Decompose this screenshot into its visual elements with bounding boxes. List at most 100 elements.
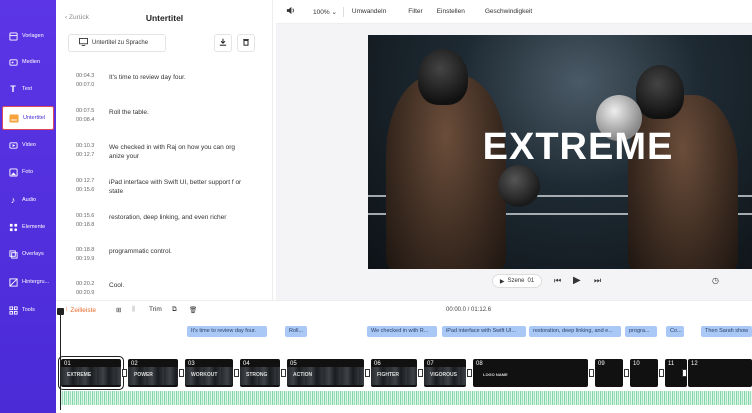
sidebar-item-overlays[interactable]: Overlays	[2, 242, 54, 266]
transition-marker[interactable]	[281, 369, 286, 377]
clip[interactable]: 06 FIGHTER	[371, 359, 417, 387]
subtitle-to-speech-button[interactable]: Untertitel zu Sprache	[68, 34, 166, 52]
subtitle-start[interactable]: 00:15.6	[76, 212, 102, 221]
download-button[interactable]	[214, 34, 232, 52]
sidebar-item-tools[interactable]: Tools	[2, 298, 54, 322]
clip[interactable]: 05 ACTION	[287, 359, 364, 387]
transition-marker[interactable]	[418, 369, 423, 377]
sidebar-item-medien[interactable]: Medien	[2, 50, 54, 74]
clip-number: 09	[598, 361, 605, 367]
sidebar-item-video[interactable]: Video	[2, 133, 54, 157]
clip-label: POWER	[134, 372, 153, 378]
subtitle-start[interactable]: 00:10.3	[76, 142, 102, 151]
subtitle-end[interactable]: 00:08.4	[76, 116, 102, 125]
subtitle-row[interactable]: 00:07.5 00:08.4 Roll the table.	[76, 107, 256, 137]
subtitle-text[interactable]: It's time to review day four.	[109, 73, 249, 82]
toolbar-adjust-button[interactable]: Einstellen	[437, 8, 465, 15]
subtitle-text[interactable]: restoration, deep linking, and even rich…	[109, 213, 249, 222]
sidebar-item-untertitel[interactable]: Untertitel	[2, 106, 54, 130]
panel-header: ‹ Zurück Untertitel	[56, 10, 273, 26]
skip-forward-icon[interactable]: ⏭	[594, 276, 601, 286]
subtitle-chip[interactable]: Roll...	[285, 326, 307, 337]
subtitle-text[interactable]: iPad interface with Swift UI, better sup…	[109, 178, 249, 196]
sidebar-item-text[interactable]: T Text	[2, 77, 54, 101]
clip[interactable]: 10	[630, 359, 658, 387]
audio-icon: ♪	[10, 195, 16, 205]
columns-button[interactable]: ⫼	[132, 306, 135, 314]
playhead[interactable]	[57, 308, 64, 410]
clip[interactable]: 12	[688, 359, 752, 387]
subtitle-text[interactable]: Cool.	[109, 281, 249, 290]
sidebar-item-foto[interactable]: Foto	[2, 160, 54, 184]
transition-marker[interactable]	[467, 369, 472, 377]
sidebar-item-audio[interactable]: ♪ Audio	[2, 188, 54, 212]
subtitle-start[interactable]: 00:07.5	[76, 107, 102, 116]
clip[interactable]: 03 WORKOUT	[185, 359, 233, 387]
scene-button[interactable]: ▶ Szene 01	[492, 274, 542, 288]
subtitle-end[interactable]: 00:15.6	[76, 186, 102, 195]
sidebar-item-elemente[interactable]: Elemente	[2, 215, 54, 239]
sidebar-item-vorlagen[interactable]: Vorlagen	[2, 24, 54, 48]
clock-icon[interactable]: ◷	[712, 276, 719, 285]
subtitle-chip[interactable]: progra...	[625, 326, 657, 337]
transition-marker[interactable]	[659, 369, 664, 377]
subtitle-chip[interactable]: We checked in with R...	[367, 326, 437, 337]
transition-marker[interactable]	[624, 369, 629, 377]
sidebar-item-hintergrund[interactable]: Hintergru...	[2, 270, 54, 294]
subtitle-start[interactable]: 00:12.7	[76, 177, 102, 186]
monitor-icon	[79, 38, 88, 48]
zoom-select[interactable]: 100% ⌄	[313, 8, 337, 16]
play-icon[interactable]: ▶	[573, 275, 581, 286]
video-title-text[interactable]: EXTREME	[368, 126, 752, 169]
clip[interactable]: 02 POWER	[128, 359, 178, 387]
volume-icon[interactable]	[286, 6, 295, 17]
subtitle-row[interactable]: 00:04.3 00:07.0 It's time to review day f…	[76, 72, 256, 102]
subtitle-row[interactable]: 00:12.7 00:15.6 iPad interface with Swift…	[76, 177, 256, 207]
transition-marker[interactable]	[682, 369, 687, 377]
toolbar-speed-button[interactable]: Geschwindigkeit	[485, 8, 532, 15]
toolbar-convert-button[interactable]: Umwandeln	[352, 8, 386, 15]
transition-marker[interactable]	[365, 369, 370, 377]
subtitle-chip[interactable]: iPad interface with Swift UI...	[442, 326, 526, 337]
subtitle-end[interactable]: 00:19.9	[76, 255, 102, 264]
toolbar-filter-button[interactable]: Filter	[408, 8, 422, 15]
subtitle-end[interactable]: 00:12.7	[76, 151, 102, 160]
transition-marker[interactable]	[234, 369, 239, 377]
subtitle-start[interactable]: 00:18.8	[76, 246, 102, 255]
subtitle-row[interactable]: 00:18.8 00:19.9 programmatic control.	[76, 246, 256, 276]
skip-back-icon[interactable]: ⏮	[554, 276, 561, 286]
add-button[interactable]: ⊞	[116, 306, 121, 314]
split-button[interactable]: ⧘ Zeilleiste	[66, 306, 96, 314]
subtitle-text[interactable]: We checked in with Raj on how you can or…	[109, 143, 249, 161]
subtitle-row[interactable]: 00:10.3 00:12.7 We checked in with Raj on…	[76, 142, 256, 172]
subtitle-row[interactable]: 00:15.6 00:18.8 restoration, deep linking…	[76, 212, 256, 242]
subtitle-start[interactable]: 00:04.3	[76, 72, 102, 81]
clip[interactable]: 09	[595, 359, 623, 387]
transition-marker[interactable]	[122, 369, 127, 377]
add-clip-icon: ⊞	[116, 307, 122, 314]
subtitle-text[interactable]: programmatic control.	[109, 247, 249, 256]
overlays-icon	[8, 249, 18, 259]
transition-marker[interactable]	[179, 369, 184, 377]
trim-button[interactable]: Trim	[149, 306, 162, 313]
clip[interactable]: 08 LOGO NAME	[473, 359, 588, 387]
subtitle-end[interactable]: 00:07.0	[76, 81, 102, 90]
subtitle-chip[interactable]: Then Sarah show	[701, 326, 752, 337]
subtitle-chip[interactable]: Co...	[666, 326, 684, 337]
audio-waveform-track[interactable]	[60, 391, 752, 405]
subtitle-end[interactable]: 00:18.8	[76, 221, 102, 230]
delete-button[interactable]	[237, 34, 255, 52]
subtitle-chip[interactable]: It's time to review day four.	[187, 326, 267, 337]
duplicate-button[interactable]: ⧉	[172, 306, 177, 314]
timeline-delete-button[interactable]: 🗑	[189, 306, 197, 314]
video-canvas[interactable]: EXTREME	[368, 35, 752, 269]
subtitle-start[interactable]: 00:20.2	[76, 280, 102, 289]
clip[interactable]: 01 EXTREME	[59, 357, 123, 389]
clip[interactable]: 07 VIGOROUS	[424, 359, 466, 387]
transition-marker[interactable]	[589, 369, 594, 377]
sidebar-item-label: Video	[22, 142, 36, 148]
clip[interactable]: 04 STRONG	[240, 359, 280, 387]
subtitle-end[interactable]: 00:20.9	[76, 289, 102, 298]
subtitle-text[interactable]: Roll the table.	[109, 108, 249, 117]
subtitle-chip[interactable]: restoration, deep linking, and e...	[529, 326, 621, 337]
